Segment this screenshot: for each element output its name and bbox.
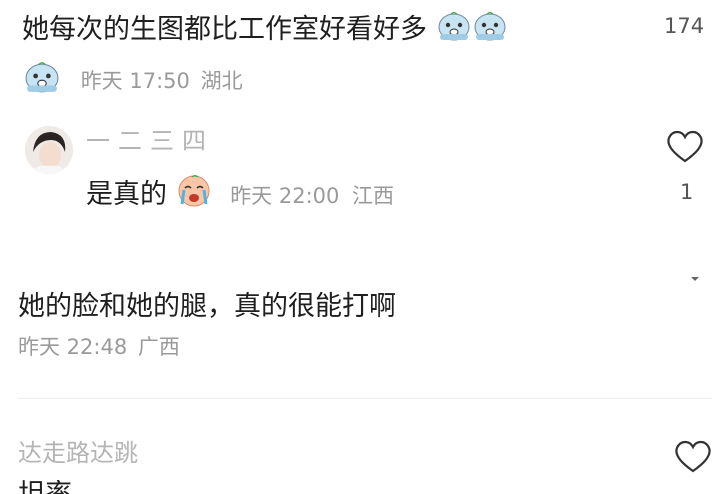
comment-body: 坦率 bbox=[18, 480, 72, 494]
heart-icon bbox=[675, 440, 711, 473]
heart-icon bbox=[667, 130, 703, 163]
avatar[interactable] bbox=[25, 126, 73, 174]
reply-location: 江西 bbox=[351, 184, 394, 208]
reply-username[interactable]: 一二三四 bbox=[86, 128, 214, 152]
like-button[interactable] bbox=[664, 126, 706, 166]
comment-body: 她每次的生图都比工作室好看好多 bbox=[22, 14, 427, 45]
reply-body: 是真的 bbox=[86, 179, 167, 210]
like-count: 174 bbox=[664, 14, 705, 38]
avatar-image bbox=[25, 126, 73, 174]
comment-username[interactable]: 达走路达跳 bbox=[18, 440, 138, 464]
like-button[interactable] bbox=[672, 436, 712, 476]
comment-meta: 昨天 17:50 湖北 bbox=[22, 60, 243, 100]
crying-face-emoji-icon bbox=[22, 60, 62, 100]
comment-time: 昨天 17:50 bbox=[80, 69, 190, 93]
loudly-crying-emoji-icon bbox=[176, 174, 212, 217]
like-count: 1 bbox=[680, 180, 694, 204]
reply-time: 昨天 22:00 bbox=[230, 184, 340, 208]
reply-text-row: 是真的 昨天 22:00 江西 bbox=[86, 174, 394, 217]
comment-text: 她的脸和她的腿，真的很能打啊 bbox=[18, 291, 396, 322]
comment-meta: 昨天 22:48 广西 bbox=[18, 334, 180, 360]
chevron-down-icon[interactable] bbox=[690, 268, 700, 281]
comment-text: 她每次的生图都比工作室好看好多 bbox=[22, 10, 508, 51]
comment-time: 昨天 22:48 bbox=[18, 335, 128, 359]
crying-face-emoji-icon bbox=[472, 10, 508, 51]
comment-location: 广西 bbox=[137, 335, 180, 359]
comment-text-partial: 坦率 bbox=[18, 480, 72, 494]
crying-face-emoji-icon bbox=[436, 10, 472, 51]
comment-location: 湖北 bbox=[200, 69, 243, 93]
divider bbox=[18, 398, 712, 399]
